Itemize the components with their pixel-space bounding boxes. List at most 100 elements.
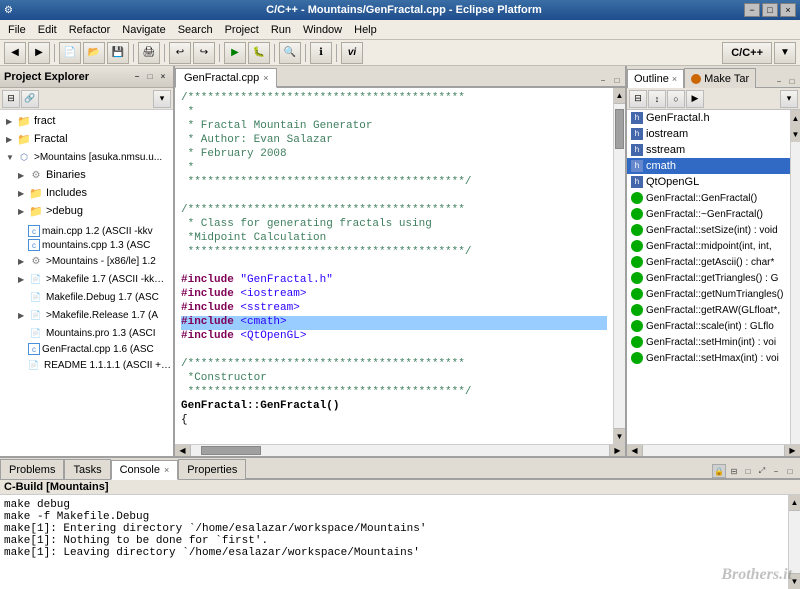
- outline-item-sethmax[interactable]: GenFractal::setHmax(int) : voi: [627, 350, 790, 366]
- tree-item-mountains[interactable]: ▼ ⬡ >Mountains [asuka.nmsu.u...: [0, 148, 173, 166]
- menu-navigate[interactable]: Navigate: [116, 22, 171, 38]
- outline-collapse-btn[interactable]: ⊟: [629, 90, 647, 108]
- toolbar-print-btn[interactable]: 🖨: [138, 42, 160, 64]
- bottom-toolbar-btn2[interactable]: □: [742, 465, 754, 477]
- toolbar-undo-btn[interactable]: ↩: [169, 42, 191, 64]
- outline-item-getascii[interactable]: GenFractal::getAscii() : char*: [627, 254, 790, 270]
- console-tab-close[interactable]: ×: [164, 465, 169, 475]
- tree-item-main-cpp[interactable]: c main.cpp 1.2 (ASCII -kkv: [0, 224, 173, 238]
- tree-item-mountains-cpp[interactable]: c mountains.cpp 1.3 (ASC: [0, 238, 173, 252]
- outline-scroll-down[interactable]: ▼: [791, 126, 800, 142]
- editor-hscrollbar[interactable]: ◀ ▶: [175, 444, 625, 456]
- menu-edit[interactable]: Edit: [32, 22, 63, 38]
- outline-item-constructor[interactable]: GenFractal::GenFractal(): [627, 190, 790, 206]
- outline-item-midpoint[interactable]: GenFractal::midpoint(int, int,: [627, 238, 790, 254]
- outline-item-destructor[interactable]: GenFractal::~GenFractal(): [627, 206, 790, 222]
- scrollbar-down-btn[interactable]: ▼: [614, 428, 625, 444]
- tree-item-readme[interactable]: 📄 README 1.1.1.1 (ASCII +…: [0, 356, 173, 374]
- outline-item-gettriangles[interactable]: GenFractal::getTriangles() : G: [627, 270, 790, 286]
- hscrollbar-thumb[interactable]: [201, 446, 261, 455]
- tasks-tab[interactable]: Tasks: [64, 459, 110, 479]
- project-explorer-maximize-btn[interactable]: □: [144, 71, 156, 83]
- outline-item-getnumtriangles[interactable]: GenFractal::getNumTriangles(): [627, 286, 790, 302]
- properties-tab[interactable]: Properties: [178, 459, 246, 479]
- outline-item-setsize[interactable]: GenFractal::setSize(int) : void: [627, 222, 790, 238]
- toolbar-perspective-list-btn[interactable]: ▼: [774, 42, 796, 64]
- toolbar-run-btn[interactable]: ▶: [224, 42, 246, 64]
- make-target-tab[interactable]: Make Tar: [684, 68, 756, 88]
- console-tab[interactable]: Console ×: [111, 460, 179, 480]
- tree-item-genfractal-cpp[interactable]: c GenFractal.cpp 1.6 (ASC: [0, 342, 173, 356]
- menu-project[interactable]: Project: [219, 22, 265, 38]
- outline-scroll-up[interactable]: ▲: [791, 110, 800, 126]
- tree-item-fract[interactable]: ▶ 📁 fract: [0, 112, 173, 130]
- toolbar-open-btn[interactable]: 📂: [83, 42, 105, 64]
- bottom-panel-maximize-btn[interactable]: □: [784, 465, 796, 477]
- project-explorer-close-btn[interactable]: ×: [157, 71, 169, 83]
- menu-window[interactable]: Window: [297, 22, 348, 38]
- toolbar-debug-btn[interactable]: 🐛: [248, 42, 270, 64]
- tree-item-fractal[interactable]: ▶ 📁 Fractal: [0, 130, 173, 148]
- toolbar-forward-btn[interactable]: ▶: [28, 42, 50, 64]
- outline-item-sstream[interactable]: h sstream: [627, 142, 790, 158]
- minimize-button[interactable]: −: [744, 3, 760, 17]
- menu-file[interactable]: File: [2, 22, 32, 38]
- outline-hide-btn[interactable]: ○: [667, 90, 685, 108]
- tree-item-makefile[interactable]: ▶ 📄 >Makefile 1.7 (ASCII -kk…: [0, 270, 173, 288]
- scrollbar-up-btn[interactable]: ▲: [614, 88, 625, 104]
- right-panel-maximize-btn[interactable]: □: [786, 75, 798, 87]
- toolbar-search-btn[interactable]: 🔍: [279, 42, 301, 64]
- toolbar-back-btn[interactable]: ◀: [4, 42, 26, 64]
- menu-search[interactable]: Search: [172, 22, 219, 38]
- outline-tab[interactable]: Outline ×: [627, 69, 684, 89]
- tree-item-includes[interactable]: ▶ 📁 Includes: [0, 184, 173, 202]
- outline-menu-btn[interactable]: ▾: [780, 90, 798, 108]
- tree-item-debug[interactable]: ▶ 📁 >debug: [0, 202, 173, 220]
- tree-item-makefile-debug[interactable]: 📄 Makefile.Debug 1.7 (ASC: [0, 288, 173, 306]
- pe-link-btn[interactable]: 🔗: [21, 90, 39, 108]
- right-panel-minimize-btn[interactable]: −: [773, 75, 785, 87]
- outline-item-scale[interactable]: GenFractal::scale(int) : GLflo: [627, 318, 790, 334]
- bottom-toolbar-btn3[interactable]: ⤢: [756, 465, 768, 477]
- outline-item-getraw[interactable]: GenFractal::getRAW(GLfloat*,: [627, 302, 790, 318]
- tree-item-makefile-release[interactable]: ▶ 📄 >Makefile.Release 1.7 (A: [0, 306, 173, 324]
- project-explorer-minimize-btn[interactable]: −: [131, 71, 143, 83]
- outline-sort-btn[interactable]: ↕: [648, 90, 666, 108]
- toolbar-save-btn[interactable]: 💾: [107, 42, 129, 64]
- toolbar-vi-btn[interactable]: vi: [341, 42, 363, 64]
- outline-item-qtopengl[interactable]: h QtOpenGL: [627, 174, 790, 190]
- pe-menu-btn[interactable]: ▾: [153, 90, 171, 108]
- outline-item-genfractal-h[interactable]: h GenFractal.h: [627, 110, 790, 126]
- editor-vscrollbar[interactable]: ▲ ▼: [613, 88, 625, 444]
- outline-hscroll-left[interactable]: ◀: [627, 445, 643, 456]
- outline-item-iostream[interactable]: h iostream: [627, 126, 790, 142]
- close-button[interactable]: ×: [780, 3, 796, 17]
- toolbar-perspective-btn[interactable]: C/C++: [722, 42, 772, 64]
- menu-run[interactable]: Run: [265, 22, 297, 38]
- scrollbar-thumb[interactable]: [615, 109, 624, 149]
- outline-tab-close[interactable]: ×: [672, 74, 677, 84]
- menu-refactor[interactable]: Refactor: [63, 22, 117, 38]
- outline-hscrollbar[interactable]: ◀ ▶: [627, 444, 800, 456]
- outline-vscrollbar[interactable]: ▲ ▼: [790, 110, 800, 444]
- pe-collapse-btn[interactable]: ⊟: [2, 90, 20, 108]
- maximize-button[interactable]: □: [762, 3, 778, 17]
- editor-maximize-btn[interactable]: □: [611, 74, 623, 86]
- hscrollbar-right-btn[interactable]: ▶: [609, 445, 625, 456]
- toolbar-info-btn[interactable]: ℹ: [310, 42, 332, 64]
- outline-item-sethmin[interactable]: GenFractal::setHmin(int) : voi: [627, 334, 790, 350]
- outline-hide2-btn[interactable]: ▶: [686, 90, 704, 108]
- tree-item-mountains-config[interactable]: ▶ ⚙ >Mountains - [x86/le] 1.2: [0, 252, 173, 270]
- editor-minimize-btn[interactable]: −: [597, 74, 609, 86]
- outline-hscroll-right[interactable]: ▶: [784, 445, 800, 456]
- tree-item-binaries[interactable]: ▶ ⚙ Binaries: [0, 166, 173, 184]
- problems-tab[interactable]: Problems: [0, 459, 64, 479]
- editor-tab-genfractal[interactable]: GenFractal.cpp ×: [175, 68, 277, 88]
- toolbar-new-btn[interactable]: 📄: [59, 42, 81, 64]
- hscrollbar-left-btn[interactable]: ◀: [175, 445, 191, 456]
- menu-help[interactable]: Help: [348, 22, 383, 38]
- editor-content[interactable]: /***************************************…: [175, 88, 625, 444]
- outline-item-cmath[interactable]: h cmath: [627, 158, 790, 174]
- console-scroll-up[interactable]: ▲: [789, 495, 800, 511]
- bottom-panel-minimize-btn[interactable]: −: [770, 465, 782, 477]
